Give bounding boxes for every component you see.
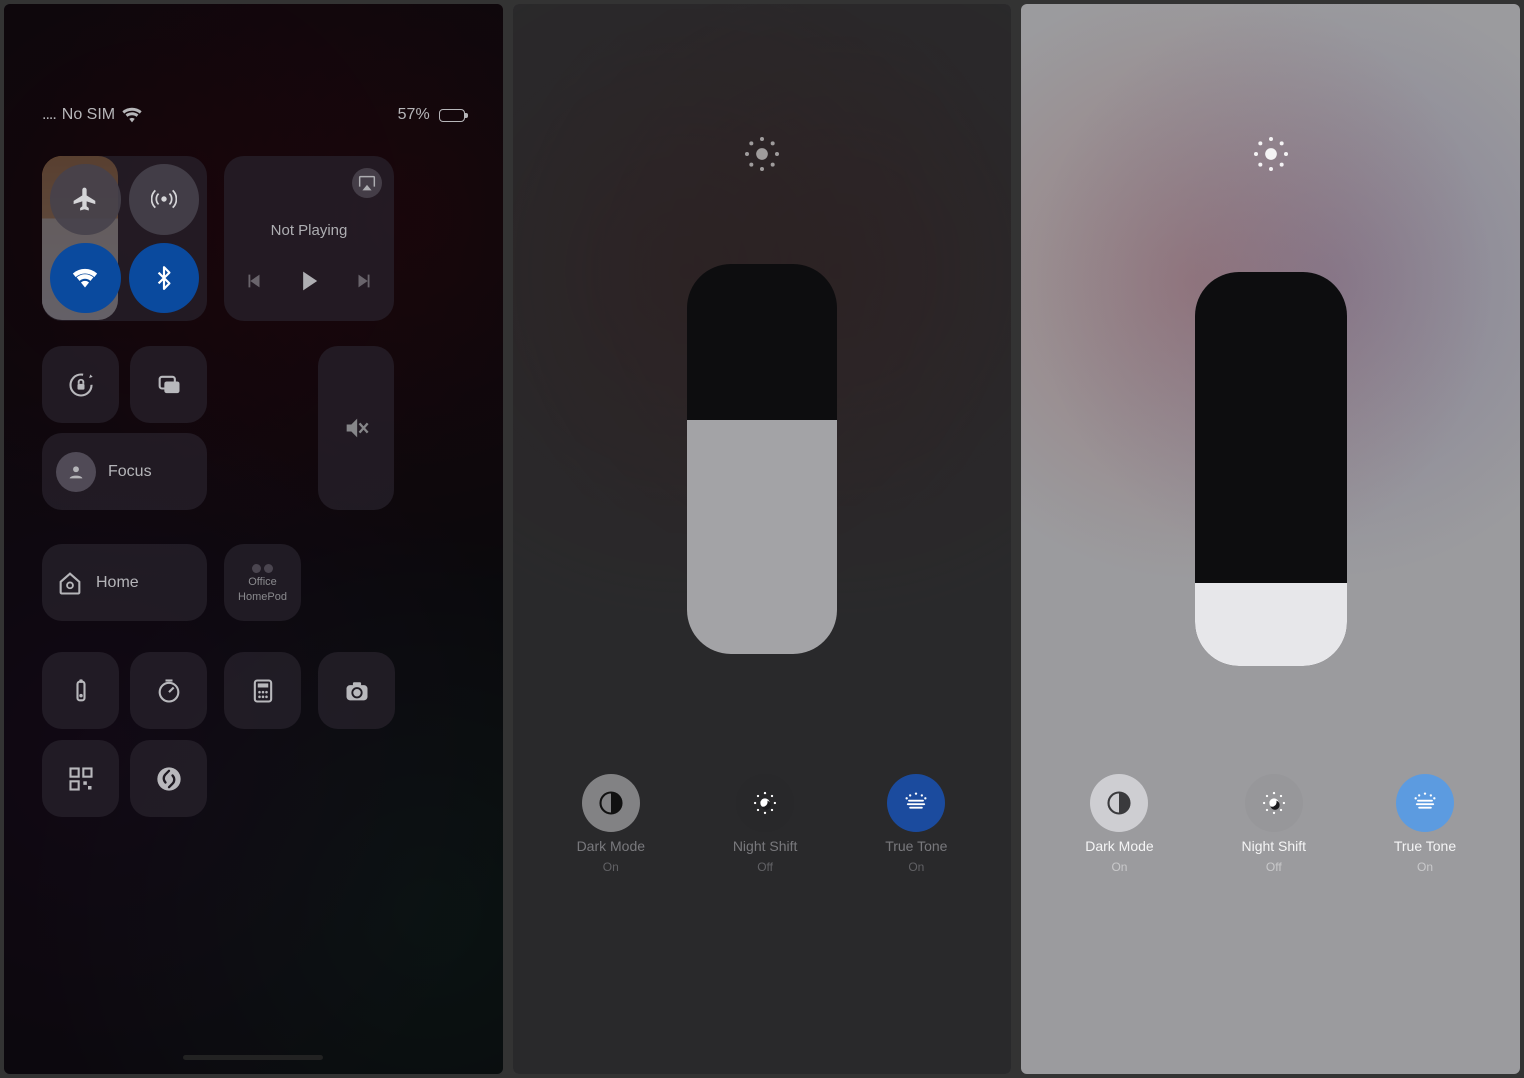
airplane-icon — [72, 186, 98, 212]
night-shift-icon-bg — [1245, 774, 1303, 832]
brightness-fill — [1195, 583, 1347, 666]
night-shift-label: Night Shift — [733, 838, 798, 854]
night-shift-icon — [1260, 789, 1288, 817]
calculator-button[interactable] — [224, 652, 301, 729]
screen-mirroring-icon — [155, 371, 183, 399]
status-bar: No SIM 57% — [42, 4, 465, 156]
wifi-icon — [121, 104, 143, 126]
dark-mode-state: On — [603, 860, 619, 874]
dark-mode-label: Dark Mode — [1085, 838, 1153, 854]
night-shift-label: Night Shift — [1241, 838, 1306, 854]
dark-mode-icon-bg — [582, 774, 640, 832]
wifi-toggle[interactable] — [50, 243, 121, 314]
media-module[interactable]: Not Playing — [224, 156, 394, 321]
focus-label: Focus — [108, 463, 152, 481]
calculator-icon — [249, 677, 277, 705]
sun-dots-icon — [1251, 134, 1291, 174]
focus-icon-container — [56, 452, 96, 492]
homepod-button[interactable]: Office HomePod — [224, 544, 301, 621]
brightness-slider[interactable] — [687, 264, 837, 654]
homepod-label-1: Office — [248, 576, 277, 588]
timer-button[interactable] — [130, 652, 207, 729]
flashlight-icon — [67, 677, 95, 705]
night-shift-toggle[interactable]: Night Shift Off — [733, 774, 798, 874]
true-tone-icon-bg — [1396, 774, 1454, 832]
home-button[interactable]: Home — [42, 544, 207, 621]
true-tone-state: On — [1417, 860, 1433, 874]
dark-mode-toggle[interactable]: Dark Mode On — [577, 774, 645, 874]
prev-track-button[interactable] — [243, 270, 265, 292]
homepod-label-2: HomePod — [238, 591, 287, 603]
dark-mode-state: On — [1111, 860, 1127, 874]
connectivity-module[interactable] — [42, 156, 207, 321]
signal-dots-icon — [42, 106, 56, 124]
screen-mirroring-button[interactable] — [130, 346, 207, 423]
cellular-icon — [151, 186, 177, 212]
true-tone-icon-bg — [887, 774, 945, 832]
homepod-dots-icon — [252, 564, 273, 573]
night-shift-state: Off — [1266, 860, 1282, 874]
camera-icon — [343, 677, 371, 705]
true-tone-label: True Tone — [885, 838, 947, 854]
true-tone-label: True Tone — [1394, 838, 1456, 854]
media-status: Not Playing — [232, 222, 386, 239]
volume-slider[interactable] — [318, 346, 394, 510]
mute-icon — [342, 414, 370, 442]
cellular-data-toggle[interactable] — [129, 164, 200, 235]
play-button[interactable] — [295, 267, 323, 295]
orientation-lock-icon — [67, 371, 95, 399]
brightness-expanded-dimmed-panel: Dark Mode On Night Shift Off True Tone O… — [513, 4, 1012, 1074]
true-tone-state: On — [908, 860, 924, 874]
flashlight-button[interactable] — [42, 652, 119, 729]
dark-mode-icon — [1105, 789, 1133, 817]
airplay-icon — [356, 172, 378, 194]
dark-mode-label: Dark Mode — [577, 838, 645, 854]
bluetooth-icon — [151, 265, 177, 291]
brightness-slider[interactable] — [1195, 272, 1347, 666]
night-shift-icon-bg — [736, 774, 794, 832]
shazam-icon — [155, 765, 183, 793]
night-shift-icon — [751, 789, 779, 817]
camera-button[interactable] — [318, 652, 395, 729]
qr-icon — [67, 765, 95, 793]
dark-mode-icon-bg — [1090, 774, 1148, 832]
focus-button[interactable]: Focus — [42, 433, 207, 510]
battery-percent: 57% — [398, 106, 430, 124]
orientation-lock-toggle[interactable] — [42, 346, 119, 423]
night-shift-toggle[interactable]: Night Shift Off — [1241, 774, 1306, 874]
sun-dots-icon — [742, 134, 782, 174]
true-tone-toggle[interactable]: True Tone On — [1394, 774, 1456, 874]
carrier-label: No SIM — [62, 106, 115, 124]
battery-icon — [439, 109, 465, 122]
airplane-mode-toggle[interactable] — [50, 164, 121, 235]
true-tone-toggle[interactable]: True Tone On — [885, 774, 947, 874]
night-shift-state: Off — [757, 860, 773, 874]
bluetooth-toggle[interactable] — [129, 243, 200, 314]
timer-icon — [155, 677, 183, 705]
dark-mode-toggle[interactable]: Dark Mode On — [1085, 774, 1153, 874]
true-tone-icon — [902, 789, 930, 817]
home-label: Home — [96, 574, 139, 592]
shazam-button[interactable] — [130, 740, 207, 817]
brightness-expanded-panel: Dark Mode On Night Shift Off True Tone O… — [1021, 4, 1520, 1074]
control-center-panel: No SIM 57% Not Playing — [4, 4, 503, 1074]
dark-mode-icon — [597, 789, 625, 817]
brightness-fill — [687, 420, 837, 654]
home-icon — [56, 569, 84, 597]
person-icon — [65, 461, 87, 483]
airplay-button[interactable] — [352, 168, 382, 198]
true-tone-icon — [1411, 789, 1439, 817]
home-indicator[interactable] — [183, 1055, 323, 1060]
wifi-icon — [72, 265, 98, 291]
qr-scanner-button[interactable] — [42, 740, 119, 817]
next-track-button[interactable] — [353, 270, 375, 292]
